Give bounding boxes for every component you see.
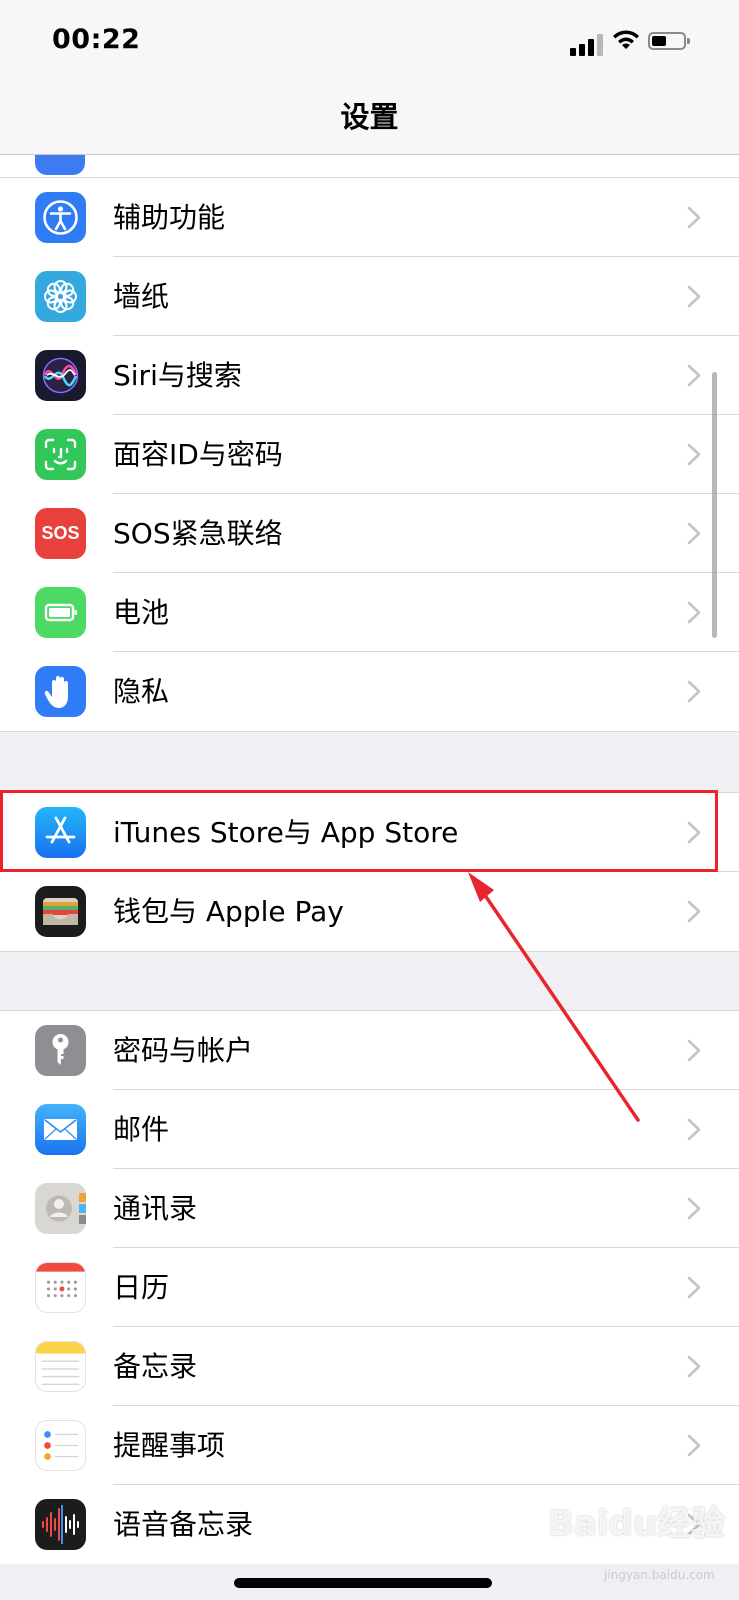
status-time: 00:22 [52, 24, 141, 55]
row-label: 隐私 [113, 675, 170, 708]
row-label: 辅助功能 [113, 201, 226, 234]
row-label: 邮件 [113, 1113, 170, 1146]
display-icon [35, 155, 85, 175]
baidu-watermark: Baidu经验 [548, 1504, 726, 1544]
voice-memos-icon [35, 1499, 86, 1550]
chevron-right-icon [687, 364, 701, 387]
cellular-signal-icon [570, 30, 604, 56]
page-title: 设置 [340, 100, 399, 134]
face-id-icon [35, 429, 86, 480]
sos-icon: SOS [35, 508, 86, 559]
chevron-right-icon [687, 1197, 701, 1220]
chevron-right-icon [687, 1039, 701, 1062]
settings-row-sos[interactable]: SOS SOS紧急联络 [0, 494, 739, 573]
partially-visible-row[interactable] [0, 155, 739, 178]
wallpaper-flower-icon [35, 271, 86, 322]
row-label: 通讯录 [113, 1192, 198, 1225]
settings-row-accessibility[interactable]: 辅助功能 [0, 178, 739, 257]
settings-row-passwords-accounts[interactable]: 密码与帐户 [0, 1011, 739, 1090]
settings-row-mail[interactable]: 邮件 [0, 1090, 739, 1169]
chevron-right-icon [687, 285, 701, 308]
settings-row-contacts[interactable]: 通讯录 [0, 1169, 739, 1248]
chevron-right-icon [687, 443, 701, 466]
battery-status-icon [648, 32, 690, 50]
settings-group-1: 辅助功能 墙纸 Siri与搜索 面容ID与密码 SOS SOS紧急联络 电池 隐… [0, 177, 739, 732]
chevron-right-icon [687, 1276, 701, 1299]
notes-icon [35, 1341, 86, 1392]
wifi-icon [613, 30, 639, 49]
settings-row-siri[interactable]: Siri与搜索 [0, 336, 739, 415]
chevron-right-icon [687, 900, 701, 923]
chevron-right-icon [687, 1434, 701, 1457]
annotation-highlight-box [0, 790, 718, 872]
row-label: 墙纸 [113, 280, 170, 313]
contacts-icon [35, 1183, 86, 1234]
calendar-icon [35, 1262, 86, 1313]
row-label: 钱包与 Apple Pay [113, 895, 344, 928]
settings-row-wallpaper[interactable]: 墙纸 [0, 257, 739, 336]
baidu-watermark-url: jingyan.baidu.com [604, 1568, 715, 1582]
row-label: 日历 [113, 1271, 170, 1304]
row-label: Siri与搜索 [113, 359, 242, 392]
row-label: SOS紧急联络 [113, 517, 283, 550]
chevron-right-icon [687, 680, 701, 703]
scroll-indicator [712, 372, 717, 638]
settings-row-wallet[interactable]: 钱包与 Apple Pay [0, 872, 739, 951]
sos-icon-text: SOS [41, 523, 80, 543]
mail-icon [35, 1104, 86, 1155]
settings-row-face-id[interactable]: 面容ID与密码 [0, 415, 739, 494]
settings-row-notes[interactable]: 备忘录 [0, 1327, 739, 1406]
settings-row-privacy[interactable]: 隐私 [0, 652, 739, 731]
row-label: 备忘录 [113, 1350, 198, 1383]
chevron-right-icon [687, 206, 701, 229]
row-label: 面容ID与密码 [113, 438, 283, 471]
status-bar: 00:22 [0, 0, 739, 88]
key-icon [35, 1025, 86, 1076]
reminders-icon [35, 1420, 86, 1471]
settings-group-3: 密码与帐户 邮件 通讯录 日历 备忘录 提醒事项 语音备忘录 [0, 1010, 739, 1564]
wallet-icon [35, 886, 86, 937]
chevron-right-icon [687, 522, 701, 545]
chevron-right-icon [687, 1355, 701, 1378]
home-indicator[interactable] [234, 1578, 492, 1588]
row-label: 密码与帐户 [113, 1034, 254, 1067]
row-label: 语音备忘录 [113, 1508, 254, 1541]
settings-row-reminders[interactable]: 提醒事项 [0, 1406, 739, 1485]
settings-row-battery[interactable]: 电池 [0, 573, 739, 652]
settings-row-calendar[interactable]: 日历 [0, 1248, 739, 1327]
navigation-bar: 设置 [0, 88, 739, 155]
chevron-right-icon [687, 601, 701, 624]
siri-icon [35, 350, 86, 401]
row-label: 电池 [113, 596, 170, 629]
battery-icon [35, 587, 86, 638]
privacy-hand-icon [35, 666, 86, 717]
row-label: 提醒事项 [113, 1429, 226, 1462]
chevron-right-icon [687, 1118, 701, 1141]
accessibility-icon [35, 192, 86, 243]
